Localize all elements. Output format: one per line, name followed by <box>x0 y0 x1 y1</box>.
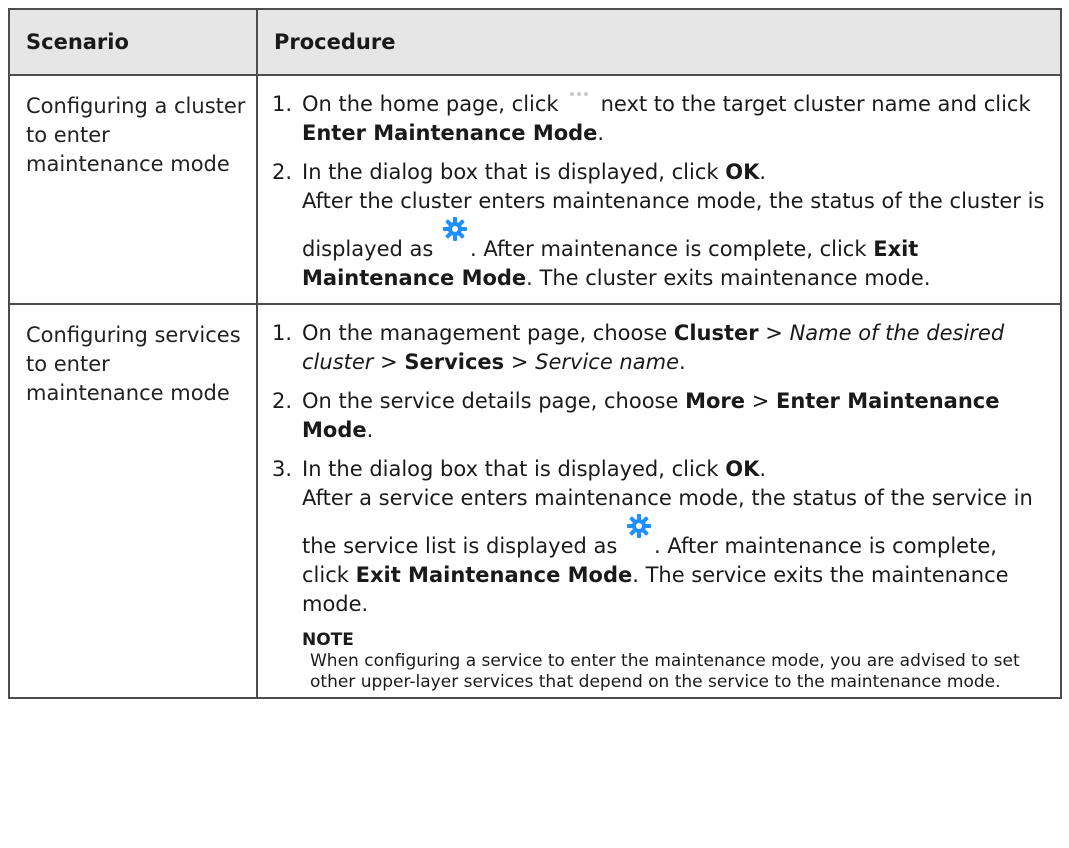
list-item: 3. In the dialog box that is displayed, … <box>272 455 1050 619</box>
step-result: After the cluster enters maintenance mod… <box>302 187 1050 293</box>
step-text-part: . <box>597 121 605 145</box>
step-text-part: . <box>678 350 686 374</box>
maintenance-gear-icon <box>443 217 467 241</box>
step-text-part: On the management page, choose <box>302 321 668 345</box>
step-number: 1. <box>272 321 293 345</box>
step-text-part: . After maintenance is complete, click <box>470 237 867 261</box>
step-list: 1. On the management page, choose Cluste… <box>272 319 1050 619</box>
step-number: 3. <box>272 457 293 481</box>
step-text-part: . <box>759 160 767 184</box>
table-header-row: Scenario Procedure <box>8 8 1062 76</box>
step-text-part: On the home page, click <box>302 92 559 116</box>
step-text: In the dialog box that is displayed, cli… <box>302 158 1050 293</box>
step-list: 1. On the home page, click next to the ta… <box>272 90 1050 293</box>
scenario-cell: Configuring a cluster to enter maintenan… <box>8 74 258 305</box>
note-block: NOTE When configuring a service to enter… <box>302 629 1050 697</box>
menu-path-item: Services <box>404 350 505 374</box>
path-separator: > <box>745 389 776 413</box>
step-text-part: . The cluster exits maintenance mode. <box>526 266 931 290</box>
step-number: 2. <box>272 389 293 413</box>
list-item: 1. On the home page, click next to the ta… <box>272 90 1050 148</box>
path-separator: > <box>504 350 536 374</box>
scenario-cell: Configuring services to enter maintenanc… <box>8 303 258 699</box>
step-result: After a service enters maintenance mode,… <box>302 484 1050 619</box>
step-number: 2. <box>272 160 293 184</box>
more-dots-icon <box>569 92 588 96</box>
maintenance-gear-icon <box>627 514 651 538</box>
step-text-part: . <box>366 418 374 442</box>
menu-path-item: More <box>685 389 746 413</box>
button-label: OK <box>725 457 760 481</box>
procedure-table: Scenario Procedure Configuring a cluster… <box>8 8 1062 699</box>
procedure-cell: 1. On the management page, choose Cluste… <box>256 303 1062 699</box>
menu-path-variable: Service name <box>535 350 679 374</box>
step-text-part: next to the target cluster name and clic… <box>600 92 1031 116</box>
menu-option-label: Exit Maintenance Mode <box>355 563 633 587</box>
step-text-part: On the service details page, choose <box>302 389 679 413</box>
table-row: Configuring a cluster to enter maintenan… <box>8 74 1062 305</box>
path-separator: > <box>758 321 790 345</box>
scenario-header: Scenario <box>8 8 258 76</box>
step-text: On the management page, choose Cluster >… <box>302 319 1050 377</box>
procedure-header: Procedure <box>256 8 1062 76</box>
step-text: On the home page, click next to the targe… <box>302 90 1050 148</box>
table-row: Configuring services to enter maintenanc… <box>8 303 1062 699</box>
step-number: 1. <box>272 92 293 116</box>
list-item: 1. On the management page, choose Cluste… <box>272 319 1050 377</box>
path-separator: > <box>373 350 405 374</box>
note-text: When configuring a service to enter the … <box>310 651 1020 692</box>
list-item: 2. In the dialog box that is displayed, … <box>272 158 1050 293</box>
list-item: 2. On the service details page, choose M… <box>272 387 1050 445</box>
button-label: OK <box>725 160 760 184</box>
step-text: On the service details page, choose More… <box>302 387 1050 445</box>
menu-path-item: Cluster <box>673 321 759 345</box>
step-text-part: In the dialog box that is displayed, cli… <box>302 457 719 481</box>
step-text: In the dialog box that is displayed, cli… <box>302 455 1050 619</box>
note-label: NOTE <box>302 630 354 650</box>
step-text-part: . <box>759 457 767 481</box>
menu-option-label: Enter Maintenance Mode <box>302 121 598 145</box>
step-text-part: In the dialog box that is displayed, cli… <box>302 160 719 184</box>
procedure-cell: 1. On the home page, click next to the ta… <box>256 74 1062 305</box>
